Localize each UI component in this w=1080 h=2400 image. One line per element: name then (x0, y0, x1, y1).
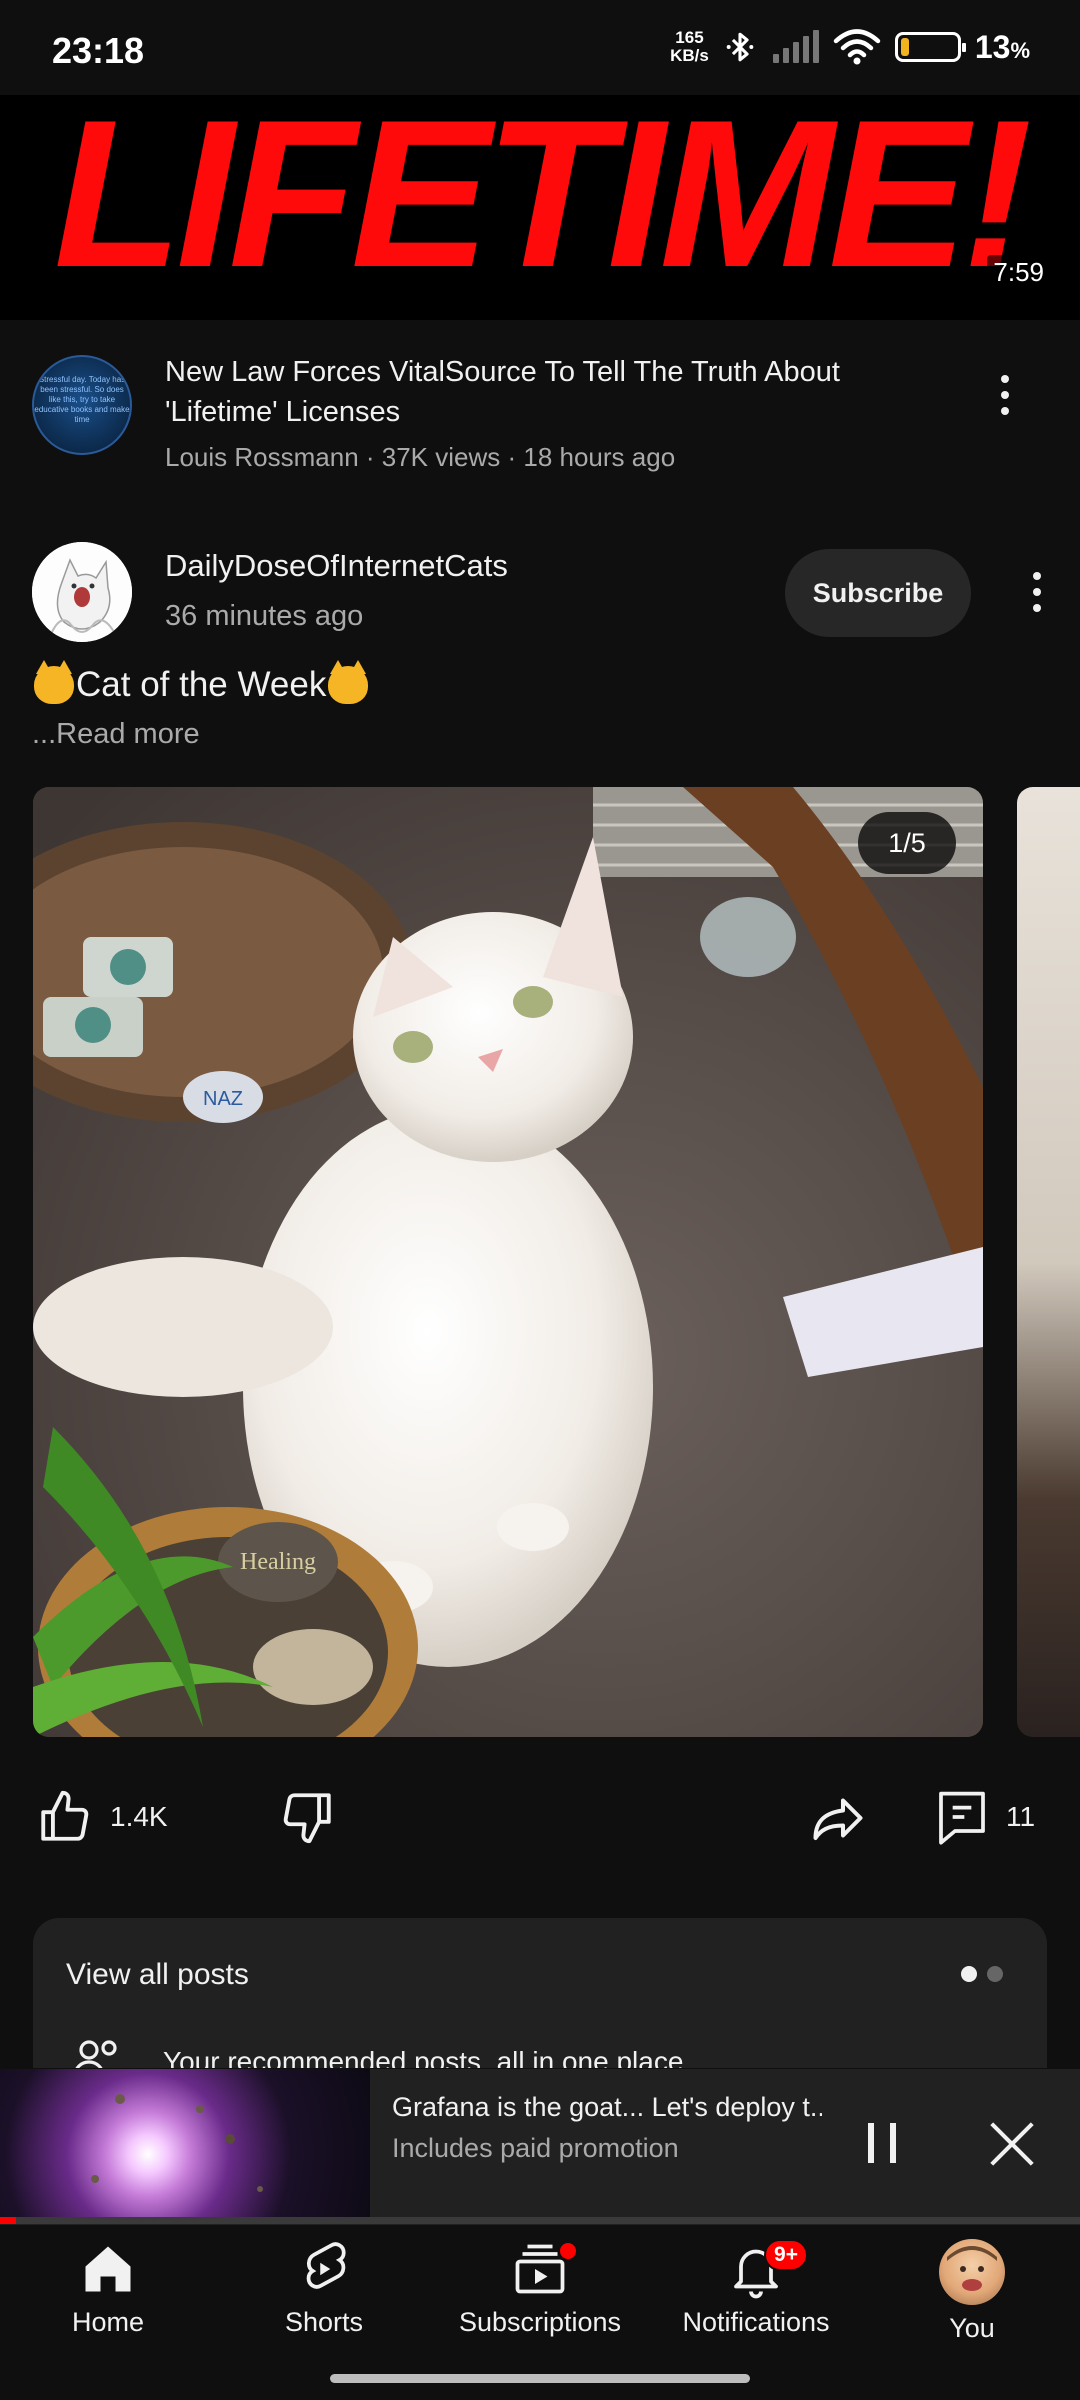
post-channel-name[interactable]: DailyDoseOfInternetCats (165, 548, 508, 584)
battery-percent-value: 13 (974, 28, 1011, 65)
user-avatar (939, 2239, 1005, 2305)
dislike-button[interactable] (278, 1788, 336, 1846)
comment-count: 11 (1006, 1801, 1036, 1832)
view-all-posts-card[interactable]: View all posts Your recommended posts, a… (33, 1918, 1047, 2068)
svg-text:NAZ: NAZ (203, 1088, 243, 1110)
gesture-home-indicator[interactable] (330, 2374, 750, 2383)
shorts-icon (306, 2242, 346, 2289)
channel-avatar-text: Stressful day. Today has been stressful.… (34, 375, 130, 424)
cat-emoji-icon (34, 660, 74, 704)
thumbnail-headline: LIFETIME! (53, 95, 1033, 311)
post-channel-avatar[interactable] (32, 542, 132, 642)
close-icon[interactable] (985, 2117, 1039, 2171)
video-subtitle: Louis Rossmann · 37K views · 18 hours ag… (165, 442, 676, 472)
comments-button[interactable]: 11 (934, 1786, 1035, 1848)
card-pagination-dots (961, 1966, 1003, 1982)
subscribe-button[interactable]: Subscribe (785, 549, 971, 637)
battery-icon (894, 32, 966, 62)
view-all-posts-subtitle: Your recommended posts, all in one place (163, 2046, 684, 2068)
stone-text-healing: Healing (240, 1549, 316, 1575)
post-timestamp: 36 minutes ago (165, 600, 364, 632)
post-more-options-icon[interactable] (1017, 562, 1057, 622)
notifications-badge: 9+ (764, 2239, 808, 2271)
thumbs-down-icon (283, 1793, 331, 1844)
mini-player-thumbnail[interactable] (0, 2069, 370, 2224)
explosion-graphic (91, 2094, 263, 2192)
nav-notifications[interactable]: 9+ Notifications (648, 2239, 864, 2338)
video-info[interactable]: Stressful day. Today has been stressful.… (0, 320, 1080, 500)
pause-icon[interactable] (858, 2117, 906, 2169)
nav-subscriptions[interactable]: Subscriptions (432, 2239, 648, 2338)
mini-player-progress-fill (0, 2217, 17, 2224)
battery-percentage: 13% (975, 29, 1030, 66)
mini-player-title[interactable]: Grafana is the goat... Let's deploy t... (392, 2092, 822, 2123)
image-counter: 1/5 (858, 812, 956, 874)
network-speed-value: 165 (675, 28, 704, 47)
like-button[interactable]: 1.4K (36, 1788, 168, 1846)
post-actions: 1.4K 11 (0, 1770, 1080, 1870)
status-time: 23:18 (52, 30, 145, 71)
post-text-content: Cat of the Week (76, 665, 327, 704)
nav-shorts[interactable]: Shorts (216, 2239, 432, 2338)
mini-player-progress[interactable] (0, 2217, 1080, 2224)
home-icon (85, 2246, 131, 2292)
post-image[interactable]: NAZ Healing (33, 787, 983, 1737)
people-icon (75, 2040, 117, 2068)
network-speed-unit: KB/s (670, 46, 709, 65)
post-text: Cat of the Week (32, 660, 370, 705)
cat-emoji-icon (328, 660, 369, 704)
bluetooth-icon (726, 32, 754, 62)
nav-home[interactable]: Home (0, 2239, 216, 2338)
comment-icon (939, 1791, 985, 1845)
nav-notifications-label: Notifications (682, 2307, 830, 2337)
video-title[interactable]: New Law Forces VitalSource To Tell The T… (165, 352, 925, 432)
thumbs-up-icon (41, 1790, 89, 1841)
share-icon (813, 1798, 863, 1840)
nav-you-label: You (949, 2313, 995, 2343)
nav-subscriptions-label: Subscriptions (458, 2307, 622, 2337)
next-post-image-peek[interactable] (1017, 787, 1080, 1737)
video-duration: 7:59 (987, 255, 1050, 290)
nav-you[interactable]: You (864, 2239, 1080, 2344)
battery-percent-symbol: % (1010, 37, 1030, 63)
mini-player[interactable]: Grafana is the goat... Let's deploy t...… (0, 2069, 1080, 2224)
read-more-link[interactable]: ...Read more (32, 718, 200, 751)
status-icons: 165 KB/s 13% (670, 28, 1030, 66)
status-bar: 23:18 165 KB/s 13% (0, 0, 1080, 95)
video-thumbnail[interactable]: LIFETIME! 7:59 (0, 95, 1080, 320)
video-more-options-icon[interactable] (985, 365, 1025, 425)
view-all-posts-title: View all posts (66, 1958, 249, 1991)
cellular-signal-icon (772, 30, 819, 63)
subscriptions-new-dot (558, 2241, 578, 2261)
wifi-icon (833, 29, 881, 65)
network-speed: 165 KB/s (670, 29, 709, 65)
mini-player-subtitle: Includes paid promotion (392, 2133, 679, 2163)
cat-photo: NAZ Healing (33, 787, 983, 1737)
share-button[interactable] (808, 1788, 868, 1848)
nav-shorts-label: Shorts (284, 2307, 364, 2337)
battery-level-fill (900, 38, 909, 56)
channel-avatar[interactable]: Stressful day. Today has been stressful.… (32, 355, 132, 455)
nav-home-label: Home (71, 2307, 145, 2337)
cat-avatar-icon (32, 542, 132, 642)
like-count: 1.4K (110, 1801, 168, 1832)
